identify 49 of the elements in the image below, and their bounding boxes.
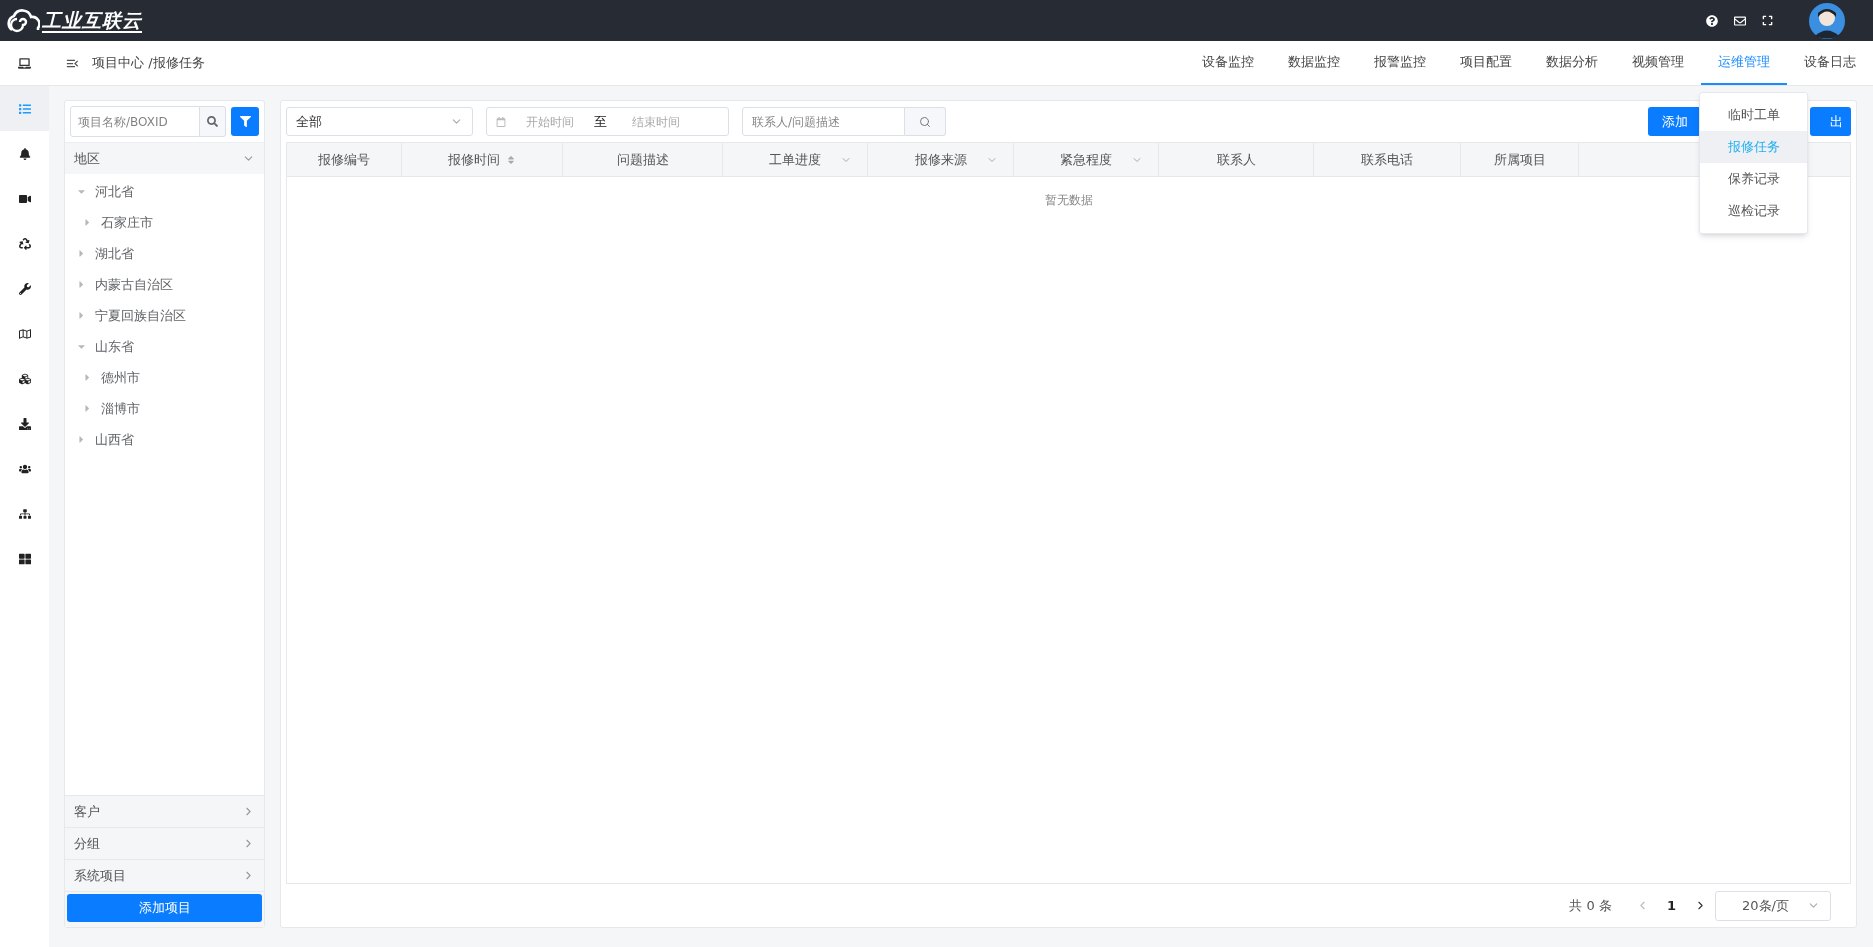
logo-text: 工业互联云 <box>42 8 142 33</box>
date-range-field[interactable]: 开始时间 至 结束时间 <box>486 107 729 136</box>
breadcrumb: 项目中心 /报修任务 <box>92 54 205 73</box>
page-number[interactable]: 1 <box>1666 895 1676 916</box>
range-separator: 至 <box>594 112 607 131</box>
column-header[interactable]: 所属项目 <box>1493 149 1546 170</box>
tree-item[interactable]: 河北省 <box>95 181 134 202</box>
menu-item[interactable]: 保养记录 <box>1700 163 1807 195</box>
add-project-button[interactable]: 添加项目 <box>67 894 262 922</box>
column-header[interactable]: 联系人 <box>1216 149 1256 170</box>
column-header[interactable]: 报修编号 <box>318 149 370 170</box>
menu-item[interactable]: 临时工单 <box>1700 99 1807 131</box>
tree-item[interactable]: 淄博市 <box>101 398 140 419</box>
nav-tab[interactable]: 设备日志 <box>1787 41 1873 85</box>
tree-item[interactable]: 山西省 <box>95 429 134 450</box>
section-header[interactable]: 地区 <box>65 142 264 174</box>
page-size-select[interactable]: 20条/页 <box>1715 890 1831 921</box>
project-search-field[interactable]: 项目名称/BOXID <box>70 106 200 137</box>
nav-tab[interactable]: 数据分析 <box>1529 41 1615 85</box>
section-header[interactable]: 客户 <box>65 795 264 827</box>
column-header[interactable]: 报修时间 <box>448 149 500 170</box>
column-header[interactable]: 报修来源 <box>914 149 967 170</box>
section-header[interactable]: 系统项目 <box>65 859 264 891</box>
section-header[interactable]: 分组 <box>65 827 264 859</box>
keyword-search-field[interactable]: 联系人/问题描述 <box>742 107 905 136</box>
tree-item[interactable]: 内蒙古自治区 <box>95 274 173 295</box>
column-header[interactable]: 紧急程度 <box>1060 149 1112 170</box>
nav-tab[interactable]: 项目配置 <box>1443 41 1529 85</box>
nav-tab[interactable]: 数据监控 <box>1271 41 1357 85</box>
start-time-placeholder: 开始时间 <box>526 113 574 131</box>
column-header[interactable]: 问题描述 <box>616 149 669 170</box>
tree-item[interactable]: 山东省 <box>95 336 134 357</box>
nav-tab[interactable]: 设备监控 <box>1185 41 1271 85</box>
export-button[interactable]: 出 <box>1810 107 1851 136</box>
total-count: 共 0 条 <box>1569 896 1612 915</box>
empty-text: 暂无数据 <box>1044 192 1093 209</box>
nav-tab[interactable]: 视频管理 <box>1615 41 1701 85</box>
menu-item[interactable]: 巡检记录 <box>1700 195 1807 227</box>
tree-item[interactable]: 德州市 <box>101 367 140 388</box>
tree-item[interactable]: 湖北省 <box>95 243 134 264</box>
column-header[interactable]: 联系电话 <box>1361 149 1413 170</box>
column-header[interactable]: 工单进度 <box>769 149 821 170</box>
tree-item[interactable]: 宁夏回族自治区 <box>95 305 186 326</box>
add-button[interactable]: 添加 <box>1648 107 1701 136</box>
nav-tab[interactable]: 运维管理 <box>1701 41 1787 85</box>
end-time-placeholder: 结束时间 <box>632 113 680 131</box>
status-select[interactable]: 全部 <box>286 107 473 136</box>
nav-tab[interactable]: 报警监控 <box>1357 41 1443 85</box>
tree-item[interactable]: 石家庄市 <box>101 212 153 233</box>
